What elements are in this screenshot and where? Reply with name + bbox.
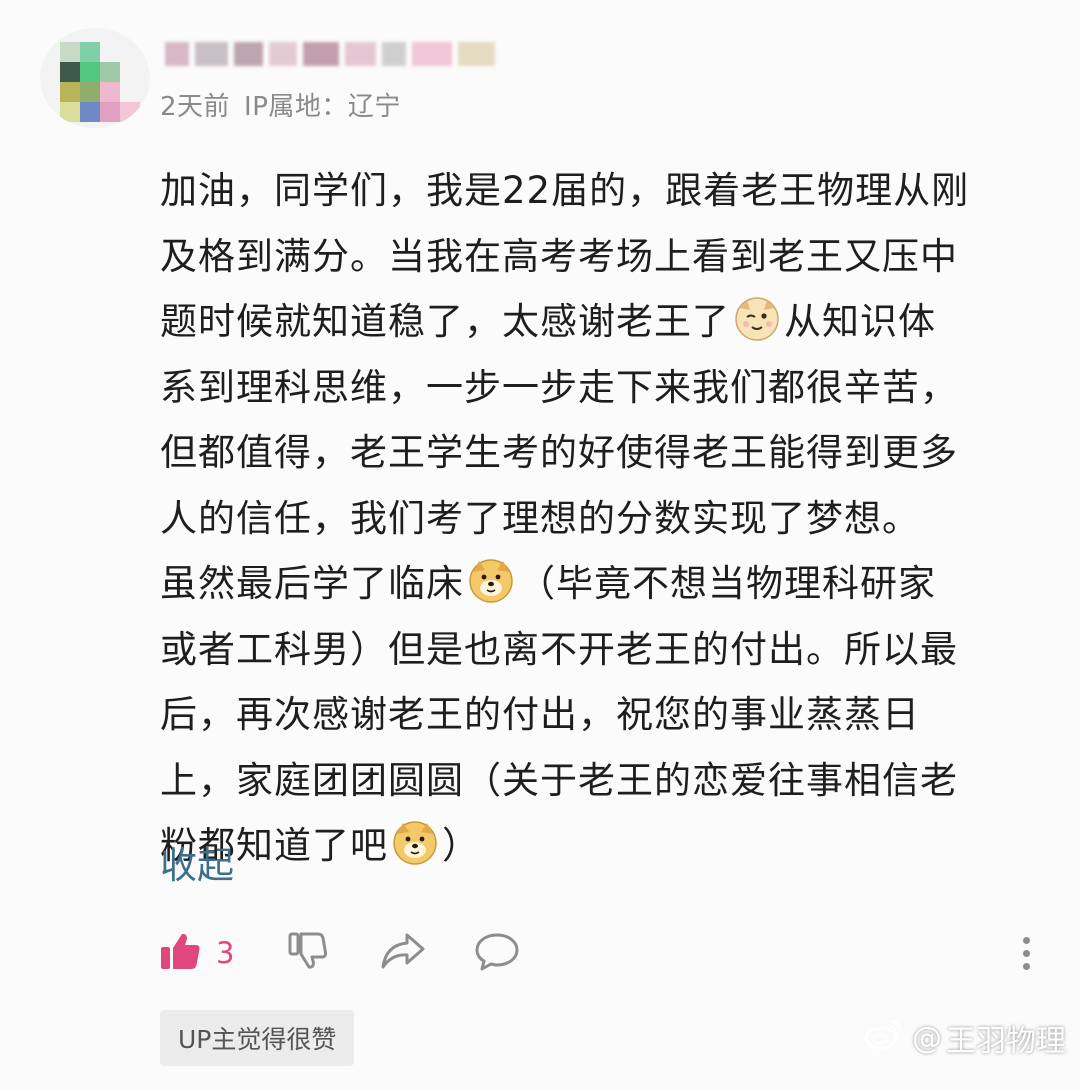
comment-line: 粉都知道了吧） (160, 813, 1040, 879)
comment-segment: 题时候就知道稳了，太感谢老王了 (160, 300, 730, 343)
comment-line: 系到理科思维，一步一步走下来我们都很辛苦， (160, 365, 958, 409)
more-vertical-icon[interactable] (1014, 928, 1038, 978)
collapse-link[interactable]: 收起 (160, 840, 234, 892)
comment-line: 上，家庭团团圆圆（关于老王的恋爱往事相信老 (160, 758, 958, 802)
comment-meta: 2天前 IP属地：辽宁 (160, 86, 401, 123)
doge-emoji (468, 558, 514, 604)
avatar[interactable] (40, 28, 150, 128)
dislike-button[interactable] (286, 928, 330, 978)
watermark-at: @ (912, 1020, 942, 1056)
comment-line: 题时候就知道稳了，太感谢老王了 从知识体 (160, 289, 1040, 355)
comment-line: 及格到满分。当我在高考考场上看到老王又压中 (160, 234, 958, 278)
avatar-mosaic (60, 42, 140, 122)
post-time: 2天前 (160, 92, 231, 122)
comment-segment: （毕竟不想当物理科研家 (518, 562, 936, 605)
comment-line: 人的信任，我们考了理想的分数实现了梦想。 (160, 496, 920, 540)
comment-line: 加油，同学们，我是22届的，跟着老王物理从刚 (160, 169, 970, 212)
watermark: @ 王羽物理 (864, 1016, 1066, 1060)
comment-line: 或者工科男）但是也离不开老王的付出。所以最 (160, 627, 958, 671)
share-icon (380, 929, 426, 977)
comment-text: 加油，同学们，我是22届的，跟着老王物理从刚 及格到满分。当我在高考考场上看到老… (160, 158, 1040, 879)
comment-segment: ） (442, 824, 480, 867)
username-blurred[interactable] (165, 38, 495, 70)
reply-button[interactable] (474, 928, 520, 978)
ip-location: IP属地：辽宁 (244, 92, 401, 122)
comment-line: 但都值得，老王学生考的好使得老王能得到更多 (160, 431, 958, 474)
thumbs-down-icon (286, 929, 330, 977)
comment-line: 后，再次感谢老王的付出，祝您的事业蒸蒸日 (160, 693, 920, 736)
like-button[interactable]: 3 (158, 928, 234, 978)
watermark-name: 王羽物理 (946, 1024, 1066, 1059)
doge-emoji (392, 820, 438, 866)
weibo-logo-icon (864, 1017, 904, 1059)
like-count: 3 (216, 936, 235, 970)
comment-actions: 3 (158, 928, 1038, 978)
comment-line: 虽然最后学了临床 （毕竟不想当物理科研家 (160, 551, 1040, 617)
wink-cat-emoji (734, 296, 780, 342)
share-button[interactable] (380, 928, 426, 978)
up-liked-badge: UP主觉得很赞 (160, 1010, 355, 1066)
thumbs-up-icon (158, 929, 202, 977)
comment-icon (474, 929, 520, 977)
comment-segment: 虽然最后学了临床 (160, 562, 464, 605)
comment-segment: 从知识体 (784, 300, 936, 343)
